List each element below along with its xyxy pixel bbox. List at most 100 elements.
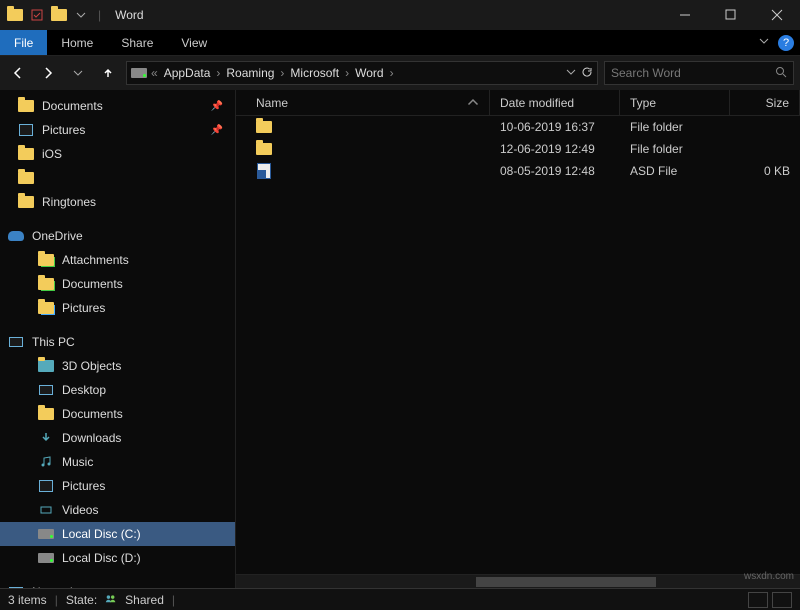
drive-icon: [38, 550, 54, 566]
navigation-tree[interactable]: Documents📌 Pictures📌 iOS Ringtones OneDr…: [0, 90, 236, 588]
chevron-right-icon: ›: [216, 66, 220, 80]
tree-drive-c[interactable]: Local Disc (C:): [0, 522, 235, 546]
tree-ios[interactable]: iOS: [0, 142, 235, 166]
tab-view[interactable]: View: [167, 30, 221, 55]
minimize-button[interactable]: [662, 0, 708, 30]
chevron-right-icon: ›: [280, 66, 284, 80]
pin-icon: 📌: [211, 125, 223, 136]
file-row[interactable]: 12-06-2019 12:49 File folder: [236, 138, 800, 160]
crumb-roaming[interactable]: Roaming: [224, 66, 276, 80]
title-separator: |: [98, 8, 101, 22]
forward-button[interactable]: [36, 61, 60, 85]
tab-share[interactable]: Share: [107, 30, 167, 55]
folder-icon: [38, 300, 54, 316]
ribbon-chevron-icon[interactable]: [758, 35, 770, 50]
folder-icon: [256, 141, 272, 157]
search-icon: [775, 66, 787, 81]
tab-home[interactable]: Home: [47, 30, 107, 55]
folder-icon: [18, 194, 34, 210]
back-button[interactable]: [6, 61, 30, 85]
tree-downloads[interactable]: Downloads: [0, 426, 235, 450]
col-size[interactable]: Size: [730, 90, 800, 115]
status-separator: |: [172, 593, 175, 607]
view-large-button[interactable]: [772, 592, 792, 608]
tree-desktop[interactable]: Desktop: [0, 378, 235, 402]
window-title: Word: [115, 8, 143, 22]
refresh-icon[interactable]: [581, 66, 593, 81]
tree-videos[interactable]: Videos: [0, 498, 235, 522]
titlebar: | Word: [0, 0, 800, 30]
folder-icon: [38, 358, 54, 374]
close-button[interactable]: [754, 0, 800, 30]
onedrive-icon: [8, 228, 24, 244]
horizontal-scrollbar[interactable]: [236, 574, 800, 588]
tree-onedrive-documents[interactable]: Documents: [0, 272, 235, 296]
folder-icon: [38, 276, 54, 292]
help-icon[interactable]: ?: [778, 35, 794, 51]
folder-icon: [18, 170, 34, 186]
network-icon: [8, 584, 24, 588]
thispc-icon: [8, 334, 24, 350]
view-details-button[interactable]: [748, 592, 768, 608]
file-list: Name Date modified Type Size 10-06-2019 …: [236, 90, 800, 588]
qat-properties-icon[interactable]: [28, 6, 46, 24]
status-state-label: State:: [66, 593, 97, 607]
tree-music[interactable]: Music: [0, 450, 235, 474]
tree-3dobjects[interactable]: 3D Objects: [0, 354, 235, 378]
scrollbar-thumb[interactable]: [476, 577, 656, 587]
ribbon-tabs: File Home Share View ?: [0, 30, 800, 56]
desktop-icon: [38, 382, 54, 398]
status-item-count: 3 items: [8, 593, 47, 607]
col-type[interactable]: Type: [620, 90, 730, 115]
tree-thispc[interactable]: This PC: [0, 330, 235, 354]
tree-documents[interactable]: Documents📌: [0, 94, 235, 118]
folder-icon: [18, 146, 34, 162]
maximize-button[interactable]: [708, 0, 754, 30]
shared-icon: [105, 592, 117, 607]
folder-icon: [18, 98, 34, 114]
file-rows: 10-06-2019 16:37 File folder 12-06-2019 …: [236, 116, 800, 574]
tree-attachments[interactable]: Attachments: [0, 248, 235, 272]
col-name[interactable]: Name: [236, 90, 490, 115]
address-dropdown-icon[interactable]: [565, 66, 577, 81]
tree-onedrive-pictures[interactable]: Pictures: [0, 296, 235, 320]
status-shared: Shared: [125, 593, 164, 607]
col-date[interactable]: Date modified: [490, 90, 620, 115]
crumb-appdata[interactable]: AppData: [162, 66, 213, 80]
tree-pc-pictures[interactable]: Pictures: [0, 474, 235, 498]
tree-drive-d[interactable]: Local Disc (D:): [0, 546, 235, 570]
navigation-bar: « AppData › Roaming › Microsoft › Word ›…: [0, 56, 800, 90]
tree-network[interactable]: Network: [0, 580, 235, 588]
pin-icon: 📌: [211, 101, 223, 112]
folder-icon: [38, 252, 54, 268]
qat-dropdown-icon[interactable]: [72, 6, 90, 24]
tree-blank[interactable]: [0, 166, 235, 190]
tree-pictures[interactable]: Pictures📌: [0, 118, 235, 142]
downloads-icon: [38, 430, 54, 446]
file-row[interactable]: 08-05-2019 12:48 ASD File 0 KB: [236, 160, 800, 182]
status-bar: 3 items | State: Shared |: [0, 588, 800, 610]
column-headers: Name Date modified Type Size: [236, 90, 800, 116]
tab-file[interactable]: File: [0, 30, 47, 55]
search-placeholder: Search Word: [611, 66, 681, 80]
crumb-microsoft[interactable]: Microsoft: [288, 66, 341, 80]
app-folder-icon: [6, 6, 24, 24]
tree-onedrive[interactable]: OneDrive: [0, 224, 235, 248]
qat-newfolder-icon[interactable]: [50, 6, 68, 24]
recent-dropdown-icon[interactable]: [66, 61, 90, 85]
pictures-icon: [38, 478, 54, 494]
folder-icon: [38, 406, 54, 422]
up-button[interactable]: [96, 61, 120, 85]
chevron-right-icon: «: [151, 66, 158, 80]
chevron-right-icon: ›: [390, 66, 394, 80]
videos-icon: [38, 502, 54, 518]
search-input[interactable]: Search Word: [604, 61, 794, 85]
breadcrumb[interactable]: « AppData › Roaming › Microsoft › Word ›: [126, 61, 598, 85]
tree-pc-documents[interactable]: Documents: [0, 402, 235, 426]
tree-ringtones[interactable]: Ringtones: [0, 190, 235, 214]
watermark: wsxdn.com: [744, 571, 794, 582]
music-icon: [38, 454, 54, 470]
chevron-right-icon: ›: [345, 66, 349, 80]
file-row[interactable]: 10-06-2019 16:37 File folder: [236, 116, 800, 138]
crumb-word[interactable]: Word: [353, 66, 385, 80]
